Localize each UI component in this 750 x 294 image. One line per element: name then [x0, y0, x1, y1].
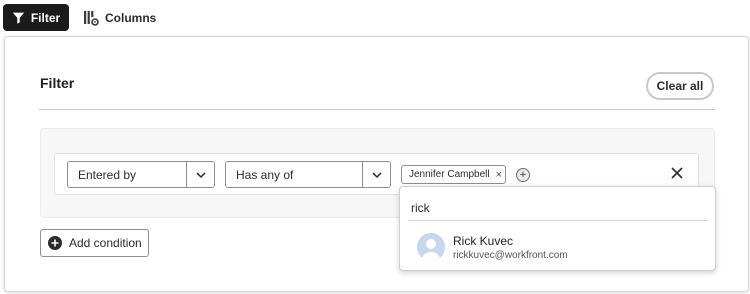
remove-condition-button[interactable] — [667, 163, 687, 183]
search-result-item[interactable]: Rick Kuvec rickkuvec@workfront.com — [408, 229, 708, 265]
add-circle-icon — [48, 236, 62, 250]
columns-settings-icon — [84, 10, 99, 26]
value-tag: Jennifer Campbell × — [401, 165, 506, 184]
panel-title: Filter — [40, 75, 75, 91]
search-input[interactable] — [408, 195, 708, 221]
chevron-down-icon — [195, 171, 206, 178]
toolbar: Filter Columns — [3, 4, 156, 31]
result-name: Rick Kuvec — [453, 233, 514, 248]
field-select-toggle[interactable] — [186, 162, 214, 187]
value-tag-label: Jennifer Campbell — [409, 169, 490, 180]
chevron-down-icon — [371, 171, 382, 178]
avatar — [417, 233, 445, 261]
operator-select[interactable]: Has any of — [225, 161, 391, 188]
remove-tag-icon[interactable]: × — [496, 169, 502, 181]
columns-button-label: Columns — [105, 10, 157, 25]
search-dropdown: Rick Kuvec rickkuvec@workfront.com — [399, 186, 716, 271]
add-value-icon[interactable]: + — [516, 168, 530, 182]
operator-select-value: Has any of — [236, 167, 294, 182]
funnel-icon — [12, 12, 25, 24]
field-select[interactable]: Entered by — [67, 161, 215, 188]
field-select-value: Entered by — [78, 167, 137, 182]
add-condition-label: Add condition — [69, 236, 142, 250]
search-result-text: Rick Kuvec rickkuvec@workfront.com — [453, 234, 568, 261]
user-avatar-icon — [421, 239, 441, 261]
operator-select-toggle[interactable] — [362, 162, 390, 187]
filter-button[interactable]: Filter — [3, 4, 69, 31]
filter-button-label: Filter — [30, 10, 61, 25]
clear-all-button[interactable]: Clear all — [646, 72, 714, 100]
add-condition-button[interactable]: Add condition — [40, 229, 149, 257]
filter-page: Filter Columns Filter Clear all Entered … — [0, 0, 750, 294]
result-email: rickkuvec@workfront.com — [453, 249, 568, 261]
close-icon — [671, 167, 683, 179]
divider — [39, 109, 715, 110]
columns-button[interactable]: Columns — [83, 10, 156, 26]
